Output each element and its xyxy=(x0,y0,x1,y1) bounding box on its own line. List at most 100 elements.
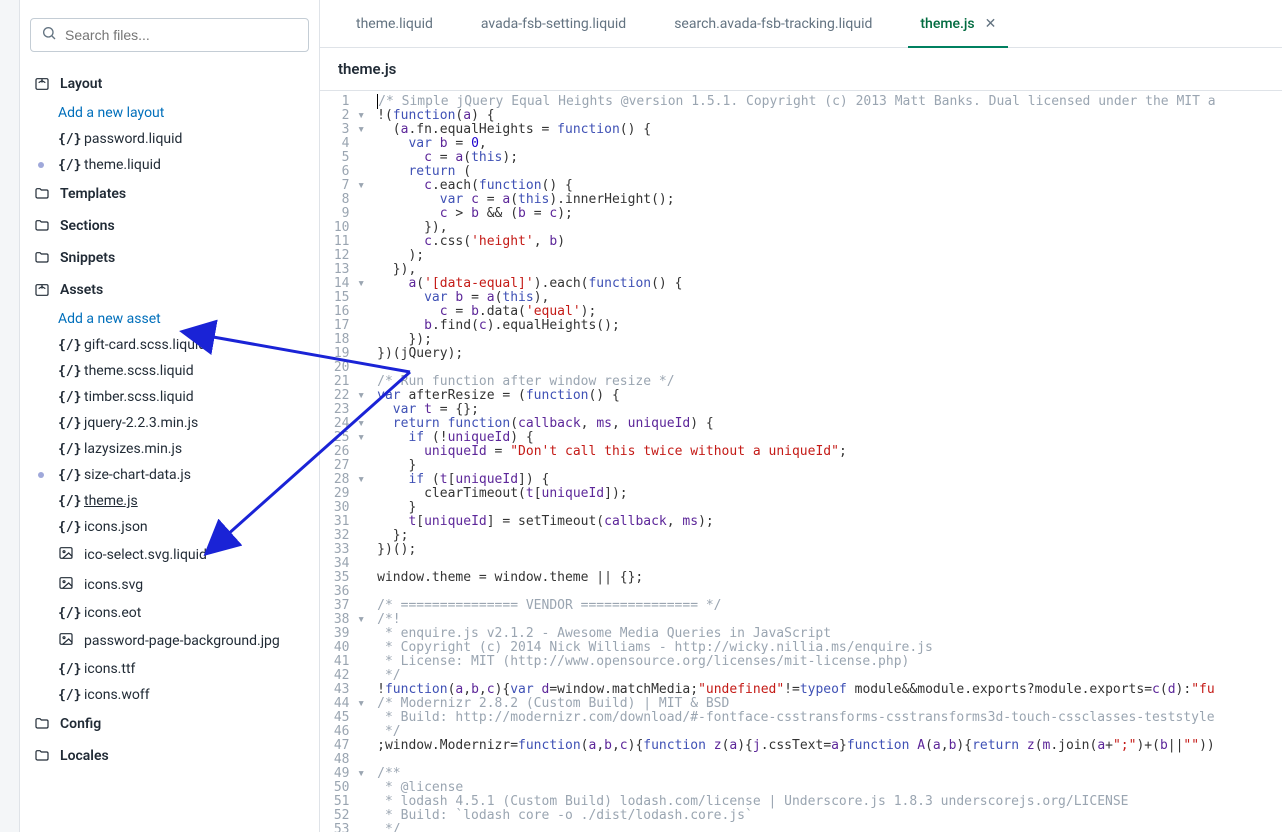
code-line[interactable]: * @license xyxy=(377,781,1282,795)
code-line[interactable]: c = a(this); xyxy=(377,151,1282,165)
code-editor[interactable]: 1 2 ▾ 3 ▾ 4 5 6 7 ▾ 8 9 10 11 12 13 14 ▾… xyxy=(320,91,1282,832)
code-line[interactable]: var b = a(this), xyxy=(377,291,1282,305)
code-line[interactable]: * Build: `lodash core -o ./dist/lodash.c… xyxy=(377,809,1282,823)
add-link[interactable]: Add a new layout xyxy=(30,100,309,126)
code-line[interactable]: } xyxy=(377,501,1282,515)
file-item[interactable]: {/}jquery-2.2.3.min.js xyxy=(30,410,309,436)
file-item[interactable]: {/}theme.scss.liquid xyxy=(30,358,309,384)
code-line[interactable]: }; xyxy=(377,529,1282,543)
code-line[interactable]: c > b && (b = c); xyxy=(377,207,1282,221)
file-item[interactable]: icons.svg xyxy=(30,570,309,600)
close-icon[interactable]: ✕ xyxy=(985,16,997,32)
code-line[interactable]: window.theme = window.theme || {}; xyxy=(377,571,1282,585)
code-line[interactable]: * Build: http://modernizr.com/download/#… xyxy=(377,711,1282,725)
code-line[interactable]: /** xyxy=(377,767,1282,781)
tab-avada-fsb-setting-liquid[interactable]: avada-fsb-setting.liquid xyxy=(457,0,650,47)
section-snippets[interactable]: Snippets xyxy=(30,242,309,274)
code-line[interactable]: var afterResize = (function() { xyxy=(377,389,1282,403)
file-item[interactable]: {/} theme.js xyxy=(30,488,309,514)
code-line[interactable]: c = b.data('equal'); xyxy=(377,305,1282,319)
code-line[interactable]: var t = {}; xyxy=(377,403,1282,417)
file-item[interactable]: ico-select.svg.liquid xyxy=(30,540,309,570)
code-line[interactable]: */ xyxy=(377,725,1282,739)
code-line[interactable]: /* Simple jQuery Equal Heights @version … xyxy=(377,95,1282,109)
code-line[interactable] xyxy=(377,585,1282,599)
code-line[interactable]: t[uniqueId] = setTimeout(callback, ms); xyxy=(377,515,1282,529)
section-config[interactable]: Config xyxy=(30,708,309,740)
code-line[interactable]: ;window.Modernizr=function(a,b,c){functi… xyxy=(377,739,1282,753)
file-item[interactable]: {/}theme.liquid xyxy=(30,152,309,178)
code-line[interactable]: !function(a,b,c){var d=window.matchMedia… xyxy=(377,683,1282,697)
code-line[interactable]: a('[data-equal]').each(function() { xyxy=(377,277,1282,291)
code-line[interactable]: if (!uniqueId) { xyxy=(377,431,1282,445)
code-line[interactable] xyxy=(377,361,1282,375)
line-number: 18 xyxy=(326,333,365,347)
code-line[interactable]: /* =============== VENDOR ==============… xyxy=(377,599,1282,613)
file-item[interactable]: {/}size-chart-data.js xyxy=(30,462,309,488)
section-assets[interactable]: Assets xyxy=(30,274,309,306)
file-item[interactable]: {/}gift-card.scss.liquid xyxy=(30,332,309,358)
code-line[interactable]: * lodash 4.5.1 (Custom Build) lodash.com… xyxy=(377,795,1282,809)
code-line[interactable] xyxy=(377,753,1282,767)
code-line[interactable]: }), xyxy=(377,221,1282,235)
code-line[interactable]: }); xyxy=(377,333,1282,347)
code-icon: {/} xyxy=(58,338,78,353)
section-layout[interactable]: Layout xyxy=(30,68,309,100)
code-line[interactable] xyxy=(377,557,1282,571)
item-label: Add a new asset xyxy=(58,311,161,327)
code-line[interactable]: return ( xyxy=(377,165,1282,179)
code-line[interactable]: (a.fn.equalHeights = function() { xyxy=(377,123,1282,137)
file-item[interactable]: password-page-background.jpg xyxy=(30,626,309,656)
code-line[interactable]: })(jQuery); xyxy=(377,347,1282,361)
tab-search-avada-fsb-tracking-liquid[interactable]: search.avada-fsb-tracking.liquid xyxy=(650,0,896,47)
file-item[interactable]: {/}lazysizes.min.js xyxy=(30,436,309,462)
add-link[interactable]: Add a new asset xyxy=(30,306,309,332)
code-icon: {/} xyxy=(58,468,78,483)
line-number: 26 xyxy=(326,445,365,459)
tab-theme-js[interactable]: theme.js✕ xyxy=(896,0,1020,47)
code-line[interactable]: * enquire.js v2.1.2 - Awesome Media Quer… xyxy=(377,627,1282,641)
file-item[interactable]: {/}icons.eot xyxy=(30,600,309,626)
line-number: 24 ▾ xyxy=(326,417,365,431)
section-sections[interactable]: Sections xyxy=(30,210,309,242)
search-input[interactable] xyxy=(65,27,298,43)
code-line[interactable]: uniqueId = "Don't call this twice withou… xyxy=(377,445,1282,459)
code-line[interactable]: })(); xyxy=(377,543,1282,557)
code-line[interactable]: }), xyxy=(377,263,1282,277)
code-line[interactable]: /*! xyxy=(377,613,1282,627)
section-locales[interactable]: Locales xyxy=(30,740,309,772)
code-line[interactable]: return function(callback, ms, uniqueId) … xyxy=(377,417,1282,431)
code-line[interactable]: * Copyright (c) 2014 Nick Williams - htt… xyxy=(377,641,1282,655)
code-line[interactable]: /* Modernizr 2.8.2 (Custom Build) | MIT … xyxy=(377,697,1282,711)
file-item[interactable]: {/}password.liquid xyxy=(30,126,309,152)
tab-theme-liquid[interactable]: theme.liquid xyxy=(332,0,457,47)
file-item[interactable]: {/}icons.json xyxy=(30,514,309,540)
section-templates[interactable]: Templates xyxy=(30,178,309,210)
code-line[interactable]: ); xyxy=(377,249,1282,263)
line-number: 34 xyxy=(326,557,365,571)
code-line[interactable]: * License: MIT (http://www.opensource.or… xyxy=(377,655,1282,669)
search-box[interactable] xyxy=(30,18,309,52)
code-line[interactable]: if (t[uniqueId]) { xyxy=(377,473,1282,487)
search-icon xyxy=(41,25,57,45)
line-number: 6 xyxy=(326,165,365,179)
file-item[interactable]: {/}timber.scss.liquid xyxy=(30,384,309,410)
section-label: Assets xyxy=(60,282,103,298)
code-line[interactable]: b.find(c).equalHeights(); xyxy=(377,319,1282,333)
unsaved-dot-icon xyxy=(38,472,44,478)
code-line[interactable]: c.css('height', b) xyxy=(377,235,1282,249)
item-label: password.liquid xyxy=(84,131,182,147)
code-line[interactable]: clearTimeout(t[uniqueId]); xyxy=(377,487,1282,501)
code-line[interactable]: /* Run function after window resize */ xyxy=(377,375,1282,389)
file-item[interactable]: {/}icons.ttf xyxy=(30,656,309,682)
code-line[interactable]: var b = 0, xyxy=(377,137,1282,151)
code-line[interactable]: !(function(a) { xyxy=(377,109,1282,123)
code-area[interactable]: /* Simple jQuery Equal Heights @version … xyxy=(373,91,1282,832)
file-item[interactable]: {/}icons.woff xyxy=(30,682,309,708)
code-line[interactable]: var c = a(this).innerHeight(); xyxy=(377,193,1282,207)
code-line[interactable]: */ xyxy=(377,823,1282,832)
layout-icon xyxy=(34,76,50,92)
code-line[interactable]: */ xyxy=(377,669,1282,683)
code-line[interactable]: c.each(function() { xyxy=(377,179,1282,193)
code-line[interactable]: } xyxy=(377,459,1282,473)
